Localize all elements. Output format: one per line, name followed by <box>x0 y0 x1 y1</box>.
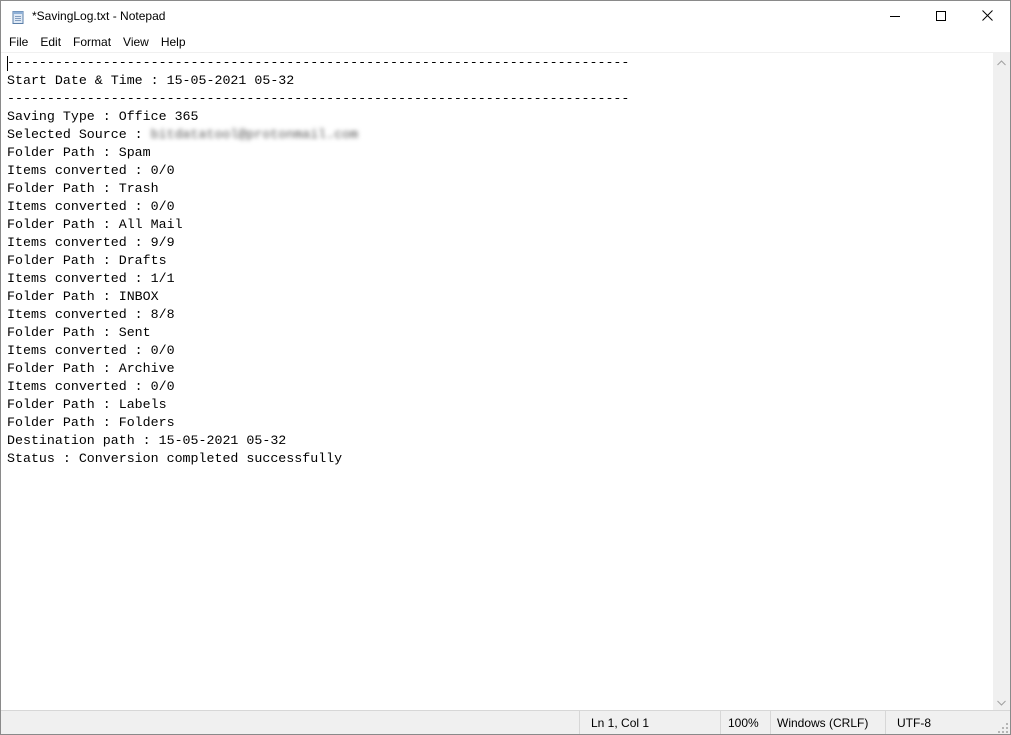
text-line: Folder Path : Labels <box>7 397 167 412</box>
resize-grip-icon[interactable] <box>998 722 1008 733</box>
text-line: Items converted : 1/1 <box>7 271 175 286</box>
menu-file[interactable]: File <box>1 32 34 52</box>
text-line: Items converted : 8/8 <box>7 307 175 322</box>
text-line: Items converted : 0/0 <box>7 343 175 358</box>
notepad-icon <box>11 10 25 24</box>
separator-line: ----------------------------------------… <box>7 55 630 70</box>
notepad-window: *SavingLog.txt - Notepad File Edit Forma… <box>0 0 1011 735</box>
window-title: *SavingLog.txt - Notepad <box>32 9 166 23</box>
chevron-down-icon <box>997 693 1006 711</box>
close-icon <box>981 8 993 26</box>
text-line: Folder Path : Spam <box>7 145 151 160</box>
text-line: Items converted : 9/9 <box>7 235 175 250</box>
close-button[interactable] <box>964 1 1010 32</box>
redacted-email: bitdatatool@protonmail.com <box>150 127 359 142</box>
text-line: Folder Path : Archive <box>7 361 175 376</box>
zoom-level: 100% <box>720 711 770 734</box>
menu-view[interactable]: View <box>117 32 155 52</box>
title-bar[interactable]: *SavingLog.txt - Notepad <box>1 1 1010 32</box>
text-line: ----------------------------------------… <box>1 54 993 72</box>
editor-area: ----------------------------------------… <box>1 52 1010 710</box>
maximize-icon <box>936 8 946 26</box>
text-line: Folder Path : Sent <box>7 325 151 340</box>
menu-format[interactable]: Format <box>67 32 117 52</box>
menu-help[interactable]: Help <box>155 32 192 52</box>
text-line: Folder Path : Drafts <box>7 253 167 268</box>
line-endings: Windows (CRLF) <box>770 711 885 734</box>
text-line: Folder Path : Folders <box>7 415 175 430</box>
minimize-button[interactable] <box>872 1 918 32</box>
document-lines: ----------------------------------------… <box>1 53 993 468</box>
text-line: Folder Path : INBOX <box>7 289 159 304</box>
window-controls <box>872 1 1010 32</box>
menu-bar: File Edit Format View Help <box>1 32 1010 52</box>
text-line: Start Date & Time : 15-05-2021 05-32 <box>7 73 295 88</box>
text-caret <box>7 56 8 71</box>
text-line: Selected Source : bitdatatool@protonmail… <box>1 126 993 144</box>
text-line: Items converted : 0/0 <box>7 199 175 214</box>
vertical-scrollbar[interactable] <box>993 53 1010 710</box>
menu-edit[interactable]: Edit <box>34 32 67 52</box>
status-bar: Ln 1, Col 1 100% Windows (CRLF) UTF-8 <box>1 710 1010 734</box>
text-line: Saving Type : Office 365 <box>7 109 199 124</box>
minimize-icon <box>890 8 900 26</box>
text-line: Folder Path : Trash <box>7 181 159 196</box>
text-line: Destination path : 15-05-2021 05-32 <box>7 433 287 448</box>
encoding: UTF-8 <box>885 711 990 734</box>
maximize-button[interactable] <box>918 1 964 32</box>
source-label: Selected Source : <box>7 127 151 142</box>
text-editor[interactable]: ----------------------------------------… <box>1 53 993 710</box>
cursor-position: Ln 1, Col 1 <box>579 711 720 734</box>
separator-line: ----------------------------------------… <box>7 91 630 106</box>
text-line: Items converted : 0/0 <box>7 163 175 178</box>
text-line: Folder Path : All Mail <box>7 217 183 232</box>
text-line: Status : Conversion completed successful… <box>7 451 343 466</box>
scroll-up-button[interactable] <box>993 53 1010 70</box>
text-line: Items converted : 0/0 <box>7 379 175 394</box>
chevron-up-icon <box>997 53 1006 71</box>
scroll-down-button[interactable] <box>993 693 1010 710</box>
